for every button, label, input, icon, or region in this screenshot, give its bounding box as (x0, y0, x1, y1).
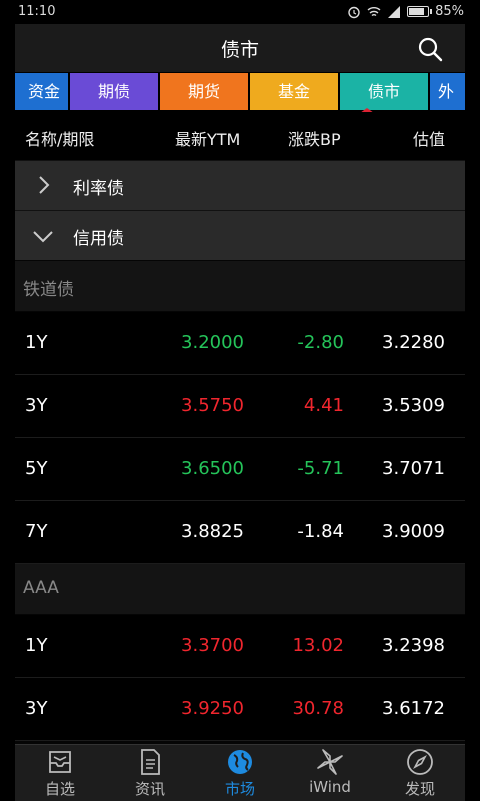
tab-funds[interactable]: 资金 (15, 73, 68, 110)
cell-term: 7Y (25, 521, 48, 542)
group-credit-bonds[interactable]: 信用债 (15, 210, 465, 260)
nav-news[interactable]: 资讯 (105, 745, 195, 801)
table-row[interactable]: 3Y 3.5750 4.41 3.5309 (15, 375, 465, 438)
cell-term: 1Y (25, 635, 48, 656)
category-tabs: 资金 期债 期货 基金 债市 外 (15, 72, 465, 112)
cell-ytm: 3.5750 (181, 395, 244, 416)
cell-ytm: 3.6500 (181, 458, 244, 479)
cell-bp: -5.71 (297, 458, 344, 479)
table-row[interactable]: 7Y 3.8825 -1.84 3.9009 (15, 501, 465, 564)
title-bar: 债市 (15, 24, 465, 72)
pinwheel-icon (317, 749, 343, 775)
nav-watchlist[interactable]: 自选 (15, 745, 105, 801)
col-name[interactable]: 名称/期限 (25, 126, 94, 150)
cell-term: 3Y (25, 698, 48, 719)
section-title: AAA (23, 578, 59, 598)
cell-valuation: 3.2398 (382, 635, 445, 656)
status-icons: 85% (347, 4, 464, 19)
col-bp[interactable]: 涨跌BP (288, 126, 341, 150)
group-rate-bonds[interactable]: 利率债 (15, 160, 465, 210)
chevron-down-icon (33, 231, 53, 243)
cell-bp: 13.02 (292, 635, 344, 656)
chevron-right-icon (39, 176, 50, 194)
group-label: 信用债 (73, 229, 124, 249)
signal-icon (388, 5, 401, 18)
bottom-nav: 自选 资讯 市场 iWind 发现 (15, 744, 465, 801)
page-title: 债市 (220, 39, 259, 61)
nav-label: 资讯 (134, 780, 165, 798)
tab-bond-market[interactable]: 债市 (340, 73, 428, 110)
cell-term: 3Y (25, 395, 48, 416)
table-row[interactable]: 1Y 3.2000 -2.80 3.2280 (15, 312, 465, 375)
nav-label: 市场 (224, 780, 255, 798)
nav-iwind[interactable]: iWind (285, 745, 375, 801)
section-header: 铁道债 (15, 261, 465, 311)
tab-bond-futures[interactable]: 期债 (70, 73, 158, 110)
globe-icon (228, 750, 252, 774)
nav-label: iWind (309, 778, 351, 796)
compass-icon (407, 749, 433, 775)
section-title: 铁道债 (23, 280, 74, 300)
document-icon (141, 749, 160, 775)
cell-valuation: 3.9009 (382, 521, 445, 542)
cell-ytm: 3.2000 (181, 332, 244, 353)
status-time: 11:10 (18, 4, 56, 19)
cell-ytm: 3.3700 (181, 635, 244, 656)
inbox-icon (49, 751, 71, 773)
cell-valuation: 3.7071 (382, 458, 445, 479)
tab-forex[interactable]: 外 (430, 73, 465, 110)
cell-bp: -2.80 (297, 332, 344, 353)
tab-fund[interactable]: 基金 (250, 73, 338, 110)
col-ytm[interactable]: 最新YTM (175, 126, 240, 150)
battery-level: 85% (435, 4, 464, 19)
nav-discover[interactable]: 发现 (375, 745, 465, 801)
group-label: 利率债 (73, 179, 124, 199)
cell-bp: 30.78 (292, 698, 344, 719)
search-icon[interactable] (417, 36, 443, 62)
cell-bp: 4.41 (303, 395, 344, 416)
section-header: AAA (15, 564, 465, 614)
cell-valuation: 3.5309 (382, 395, 445, 416)
alarm-icon (348, 6, 360, 18)
cell-term: 1Y (25, 332, 48, 353)
table-row[interactable]: 1Y 3.3700 13.02 3.2398 (15, 615, 465, 678)
wifi-icon (367, 6, 381, 16)
battery-icon (407, 6, 433, 17)
column-header: 名称/期限 最新YTM 涨跌BP 估值 (15, 112, 465, 160)
cell-valuation: 3.2280 (382, 332, 445, 353)
status-bar: 11:10 85% (0, 0, 480, 24)
nav-market[interactable]: 市场 (195, 745, 285, 801)
cell-valuation: 3.6172 (382, 698, 445, 719)
cell-bp: -1.84 (297, 521, 344, 542)
col-valuation[interactable]: 估值 (413, 126, 445, 150)
nav-label: 发现 (404, 780, 435, 798)
table-row[interactable]: 5Y 3.6500 -5.71 3.7071 (15, 438, 465, 501)
tab-futures[interactable]: 期货 (160, 73, 248, 110)
cell-ytm: 3.9250 (181, 698, 244, 719)
cell-term: 5Y (25, 458, 48, 479)
nav-label: 自选 (44, 780, 75, 798)
cell-ytm: 3.8825 (181, 521, 244, 542)
table-row[interactable]: 3Y 3.9250 30.78 3.6172 (15, 678, 465, 741)
app-window: 债市 资金 期债 期货 基金 债市 外 名称/期限 最新YTM 涨跌BP 估值 … (15, 24, 465, 800)
